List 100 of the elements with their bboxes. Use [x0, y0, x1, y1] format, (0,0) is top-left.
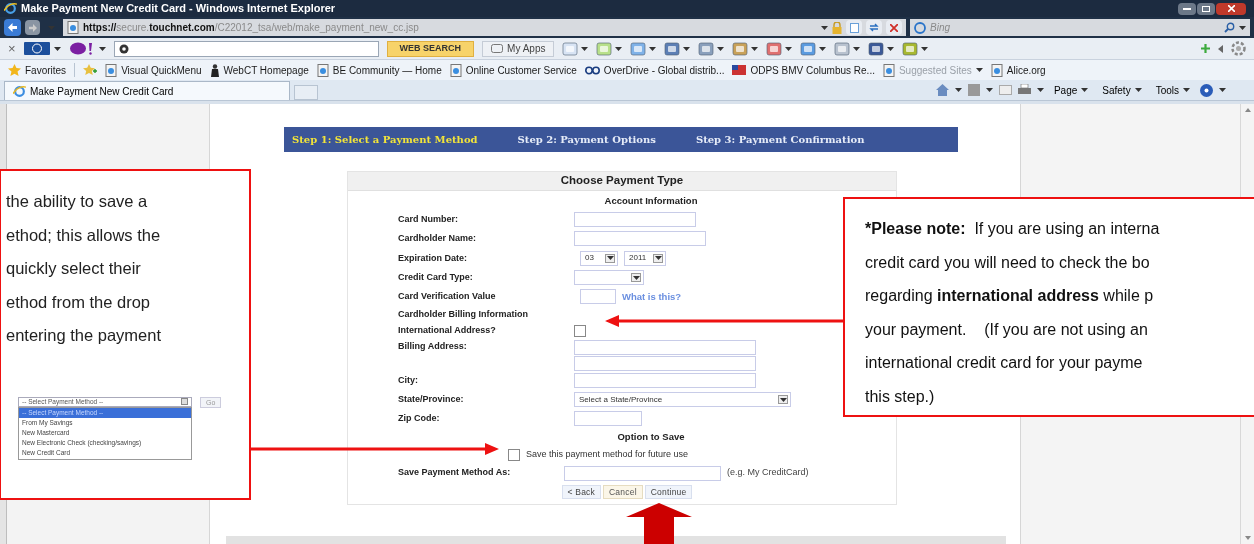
- plus-icon[interactable]: [1201, 44, 1210, 53]
- command-menu[interactable]: Page: [1049, 82, 1093, 98]
- search-icon[interactable]: [1224, 22, 1235, 33]
- compatibility-button[interactable]: [846, 20, 862, 35]
- favorite-link[interactable]: WebCT Homepage: [209, 62, 309, 78]
- field-label: Card Number:: [398, 213, 459, 226]
- caret-icon[interactable]: [53, 46, 61, 51]
- browser-tab[interactable]: Make Payment New Credit Card: [4, 81, 290, 100]
- caret-icon[interactable]: [887, 46, 895, 51]
- caret-icon[interactable]: [1036, 88, 1044, 92]
- step-tab[interactable]: Step 1: Select a Payment Method: [292, 132, 478, 147]
- back-button[interactable]: [4, 19, 21, 36]
- checkbox[interactable]: [508, 449, 520, 461]
- form-button[interactable]: < Back: [561, 484, 601, 499]
- favorite-link[interactable]: Favorites: [8, 62, 67, 78]
- forward-arrow-icon: [28, 23, 37, 32]
- field-label: City:: [398, 374, 419, 387]
- caret-icon[interactable]: [821, 25, 828, 30]
- stop-icon: [890, 23, 898, 32]
- caret-icon[interactable]: [1239, 25, 1246, 30]
- input-field[interactable]: [574, 373, 756, 389]
- field-label: Save Payment Method As:: [398, 466, 512, 480]
- phone-tool-icon[interactable]: [664, 41, 681, 56]
- favorite-link[interactable]: Alice.org: [990, 62, 1046, 78]
- figure-icon: [209, 63, 220, 77]
- input-field[interactable]: [574, 231, 706, 247]
- favorite-link[interactable]: BE Community — Home: [316, 62, 442, 78]
- caret-icon[interactable]: [921, 46, 929, 51]
- settings-icon[interactable]: [1231, 41, 1246, 56]
- caret-icon[interactable]: [649, 46, 657, 51]
- checkbox[interactable]: [574, 324, 586, 337]
- page-icon: [990, 63, 1003, 77]
- caret-icon[interactable]: [1081, 88, 1089, 92]
- favorite-link[interactable]: ODPS BMV Columbus Re...: [732, 62, 875, 78]
- select-field[interactable]: [574, 270, 644, 286]
- search-field[interactable]: Bing: [930, 20, 1210, 35]
- search-box[interactable]: Bing: [910, 19, 1250, 36]
- caret-icon[interactable]: [985, 88, 993, 92]
- refresh-icon: [869, 23, 879, 32]
- page-icon: [105, 63, 118, 77]
- input-field[interactable]: [580, 289, 616, 305]
- home-icon[interactable]: [935, 84, 949, 96]
- caret-icon[interactable]: [717, 46, 725, 51]
- form-button[interactable]: Continue: [644, 484, 693, 499]
- close-button[interactable]: [1216, 2, 1246, 15]
- select-field[interactable]: Select a State/Province: [574, 392, 791, 408]
- caret-icon[interactable]: [1183, 88, 1190, 92]
- caret-icon[interactable]: [975, 68, 983, 72]
- maximize-button[interactable]: [1197, 2, 1215, 15]
- print-icon[interactable]: [1017, 84, 1031, 96]
- caret-icon[interactable]: [683, 46, 691, 51]
- callout-text: the ability to save a ethod; this allows the quickly select their ethod from the drop entering the payment: [6, 191, 163, 346]
- minimize-button[interactable]: [1178, 2, 1196, 15]
- address-field[interactable]: https://secure.touchnet.com/C22012_tsa/web/make_payment_new_cc.jsp: [63, 19, 906, 36]
- favorite-link[interactable]: Visual QuickMenu: [105, 62, 202, 78]
- step-tab[interactable]: Step 3: Payment Confirmation: [695, 132, 865, 147]
- scroll-down-icon[interactable]: [1244, 536, 1251, 540]
- my-apps-button[interactable]: My Apps: [482, 40, 555, 57]
- help-icon[interactable]: [1200, 83, 1213, 97]
- input-field[interactable]: [574, 356, 756, 372]
- caret-icon[interactable]: [954, 88, 962, 92]
- input-field[interactable]: [564, 465, 721, 481]
- chevron-left-icon[interactable]: [1218, 44, 1223, 53]
- field-label: Cardholder Name:: [398, 232, 478, 245]
- yahoo-logo-icon[interactable]: [68, 42, 95, 55]
- facebook-icon[interactable]: [868, 41, 885, 56]
- add-favorite-icon[interactable]: [83, 64, 98, 76]
- select-field[interactable]: 03: [580, 250, 618, 266]
- hp-logo-icon[interactable]: [23, 42, 50, 55]
- command-menu[interactable]: Safety: [1098, 82, 1146, 98]
- field-label: Expiration Date:: [398, 251, 468, 265]
- url-text: https://secure.touchnet.com/C22012_tsa/web/make_payment_new_cc.jsp: [83, 21, 419, 35]
- select-field[interactable]: 2011: [624, 250, 666, 266]
- refresh-button[interactable]: [866, 20, 882, 35]
- close-toolbar-button[interactable]: ×: [8, 38, 16, 59]
- caret-icon[interactable]: [98, 46, 106, 51]
- scroll-up-icon[interactable]: [1244, 108, 1251, 112]
- step-tab[interactable]: Step 2: Payment Options: [517, 132, 656, 147]
- form-button[interactable]: Cancel: [603, 484, 643, 499]
- caret-icon[interactable]: [615, 46, 623, 51]
- web-search-button[interactable]: WEB SEARCH: [386, 40, 475, 57]
- input-field[interactable]: [574, 212, 696, 228]
- caret-icon[interactable]: [581, 46, 589, 51]
- caret-icon[interactable]: [785, 46, 793, 51]
- favorite-link[interactable]: OverDrive - Global distrib...: [584, 62, 725, 78]
- page-icon: [882, 63, 895, 77]
- forward-button[interactable]: [25, 20, 40, 35]
- caret-icon[interactable]: [751, 46, 759, 51]
- toolbar-search-field[interactable]: [113, 40, 379, 57]
- bing-logo-icon: [914, 21, 926, 34]
- command-menu[interactable]: Tools: [1151, 82, 1194, 98]
- stop-button[interactable]: [886, 20, 902, 35]
- favorite-link[interactable]: Online Customer Service: [449, 62, 577, 78]
- caret-icon[interactable]: [1219, 88, 1226, 92]
- caret-icon[interactable]: [819, 46, 827, 51]
- flag-icon: [732, 64, 747, 76]
- caret-icon[interactable]: [1134, 88, 1142, 92]
- input-field[interactable]: [574, 340, 756, 356]
- caret-icon[interactable]: [853, 46, 861, 51]
- input-field[interactable]: [574, 411, 642, 427]
